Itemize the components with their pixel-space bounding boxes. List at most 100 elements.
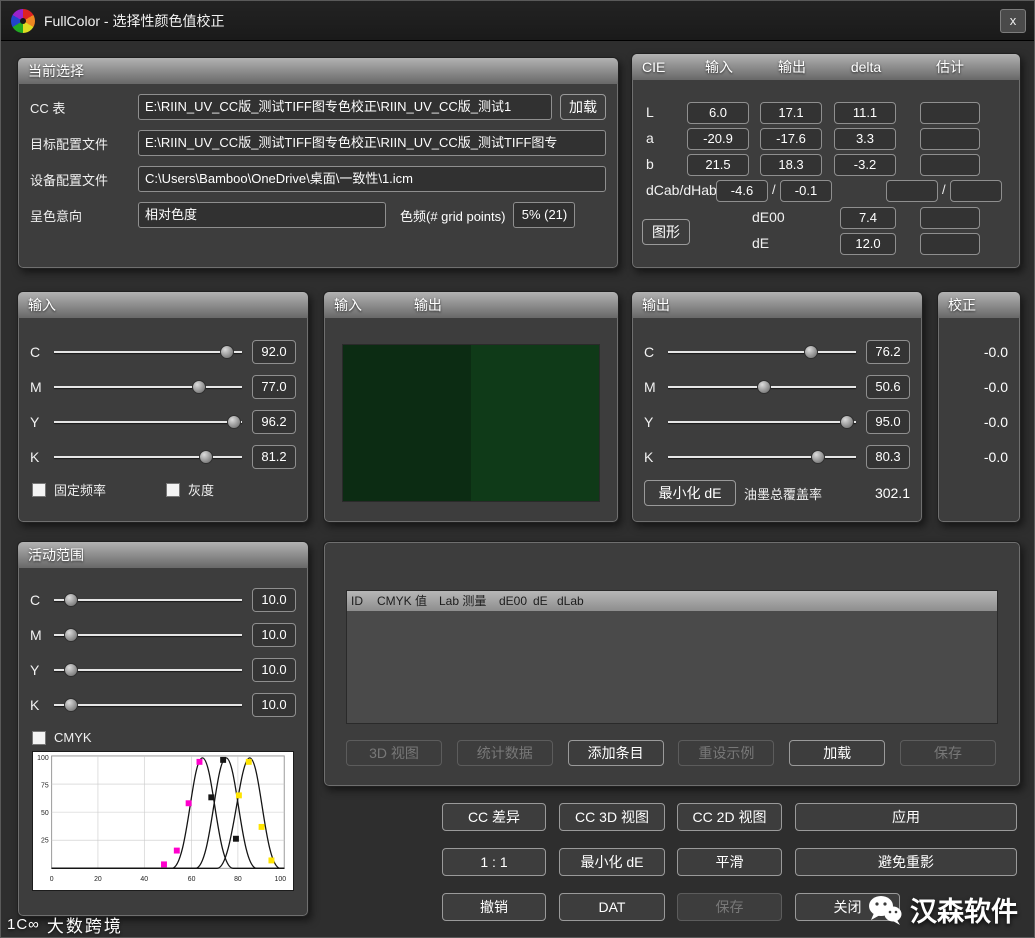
rendering-intent-label: 呈色意向 [30,208,83,224]
grayscale-checkbox[interactable] [166,482,181,497]
minimize-de-button[interactable]: 最小化 dE [644,480,736,506]
x-tick: 60 [188,876,196,883]
output-y-slider[interactable] [668,414,856,430]
close-button[interactable]: x [1000,9,1026,33]
save-samples-button[interactable]: 保存 [899,740,996,766]
input-k-value[interactable]: 81.2 [252,444,296,469]
slider-thumb[interactable] [756,379,771,394]
cie-row-de: dE 12.0 [632,233,1020,257]
cie-row-label: a [646,130,654,146]
fullcolor-window: FullColor - 选择性颜色值校正 x 当前选择 CC 表 E:\RIIN… [0,0,1035,938]
input-y-slider[interactable] [54,414,242,430]
target-profile-field[interactable]: E:\RIIN_UV_CC版_测试TIFF图专色校正\RIIN_UV_CC版_测… [138,130,606,156]
slider-thumb[interactable] [63,697,78,712]
fixed-frequency-checkbox[interactable] [32,482,46,497]
output-y-value[interactable]: 95.0 [866,409,910,434]
view-3d-button[interactable]: 3D 视图 [346,740,442,766]
cie-header: CIE 输入 输出 delta 估计 [632,54,1020,80]
samples-table[interactable]: ID CMYK 值 Lab 测量 dE00 dE dLab [346,590,998,724]
cc-2d-view-button[interactable]: CC 2D 视图 [677,803,782,831]
slider-thumb[interactable] [219,344,234,359]
marker-magenta [161,861,167,868]
cie-b-est [920,154,980,176]
slider-thumb[interactable] [63,662,78,677]
cc-diff-button[interactable]: CC 差异 [442,803,546,831]
preview-output-label: 输出 [413,297,442,313]
cc-table-field[interactable]: E:\RIIN_UV_CC版_测试TIFF图专色校正\RIIN_UV_CC版_测… [138,94,552,120]
slider-thumb[interactable] [811,449,826,464]
active-range-group: 活动范围 C 10.0 M 10.0 Y 10.0 K 10.0 CMYK 10… [17,541,309,917]
avoid-ghosting-button[interactable]: 避免重影 [795,848,1017,876]
load-samples-button[interactable]: 加载 [789,740,886,766]
output-c-value[interactable]: 76.2 [866,339,910,364]
input-k-slider[interactable] [54,449,242,465]
output-m-slider[interactable] [668,379,856,395]
output-c-slider[interactable] [668,344,856,360]
output-k-row: K 80.3 [632,439,922,474]
marker-black [220,756,227,763]
save-button[interactable]: 保存 [677,893,782,921]
input-c-row: C 92.0 [18,334,308,369]
slider-thumb[interactable] [803,344,818,359]
y-tick: 50 [41,810,49,817]
slider-thumb[interactable] [63,627,78,642]
dat-button[interactable]: DAT [559,893,665,921]
slider-thumb[interactable] [63,592,78,607]
cie-row-label: L [646,104,654,120]
smooth-button[interactable]: 平滑 [677,848,782,876]
correction-y-value: -0.0 [983,413,1008,430]
slider-thumb[interactable] [227,414,242,429]
output-k-slider[interactable] [668,449,856,465]
undo-button[interactable]: 撤销 [442,893,546,921]
cie-a-output: -17.6 [760,128,822,150]
device-profile-field[interactable]: C:\Users\Bamboo\OneDrive\桌面\一致性\1.icm [138,166,606,192]
output-m-value[interactable]: 50.6 [866,374,910,399]
x-tick: 80 [234,876,242,883]
one-to-one-button[interactable]: 1 : 1 [442,848,546,876]
statistics-button[interactable]: 统计数据 [456,740,553,766]
range-y-slider[interactable] [54,662,242,678]
load-cc-button[interactable]: 加载 [560,94,606,120]
apply-button[interactable]: 应用 [795,803,1017,831]
range-c-slider[interactable] [54,592,242,608]
reset-sample-button[interactable]: 重设示例 [678,740,775,766]
cc-3d-view-button[interactable]: CC 3D 视图 [559,803,665,831]
group-title: 输入 [28,297,56,313]
range-m-slider[interactable] [54,627,242,643]
range-m-value[interactable]: 10.0 [252,622,296,647]
cie-b-delta: -3.2 [834,154,896,176]
cie-a-delta: 3.3 [834,128,896,150]
add-entry-button[interactable]: 添加条目 [567,740,664,766]
slider-thumb[interactable] [839,414,854,429]
col-de: dE [533,594,548,608]
current-selection-header: 当前选择 [18,58,618,84]
output-y-row: Y 95.0 [632,404,922,439]
input-m-value[interactable]: 77.0 [252,374,296,399]
slider-track [54,385,242,388]
output-k-value[interactable]: 80.3 [866,444,910,469]
range-k-value[interactable]: 10.0 [252,692,296,717]
slider-thumb[interactable] [191,379,206,394]
slider-thumb[interactable] [199,449,214,464]
cmyk-checkbox[interactable] [32,730,46,745]
range-c-value[interactable]: 10.0 [252,587,296,612]
wechat-icon [869,895,902,925]
slider-track [54,668,242,671]
preview-group: 输入 输出 [323,291,619,523]
col-id: ID [351,594,363,608]
group-title: 活动范围 [28,547,84,563]
range-y-value[interactable]: 10.0 [252,657,296,682]
input-m-slider[interactable] [54,379,242,395]
slash: / [772,182,776,197]
grid-points-field[interactable]: 5% (21) [513,202,576,228]
input-y-value[interactable]: 96.2 [252,409,296,434]
cie-col-delta: delta [850,59,882,75]
input-c-slider[interactable] [54,344,242,360]
watermark-left: 1C∞ 大数跨境 [7,912,123,937]
range-k-slider[interactable] [54,697,242,713]
input-c-value[interactable]: 92.0 [252,339,296,364]
x-tick: 40 [140,876,148,883]
slider-track [54,633,242,636]
rendering-intent-select[interactable]: 相对色度 [138,202,386,228]
minimize-de-action-button[interactable]: 最小化 dE [559,848,665,876]
